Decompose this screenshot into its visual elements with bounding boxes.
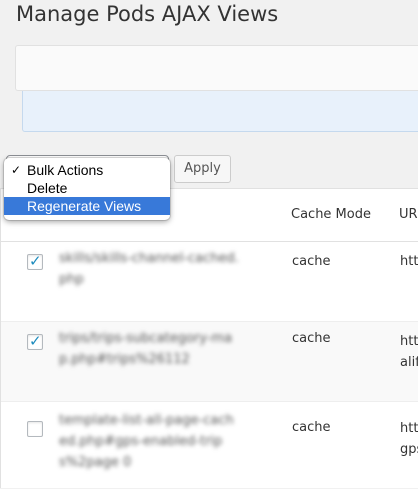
dropdown-option-regenerate-views[interactable]: Regenerate Views (4, 197, 170, 215)
table-row: template-list-all-page-cached.php#gps-en… (1, 402, 418, 489)
url-cell: http alifo (400, 331, 418, 373)
row-checkbox[interactable] (27, 421, 43, 437)
table-row: ✓ skills/skills-channel-cached.php cache… (1, 242, 418, 322)
column-header-url[interactable]: UR (399, 207, 418, 222)
notice-box (22, 91, 418, 132)
cache-mode-cell: cache (292, 331, 331, 346)
dropdown-option-delete[interactable]: Delete (4, 179, 170, 197)
view-name[interactable]: template-list-all-page-cached.php#gps-en… (59, 410, 239, 473)
row-checkbox[interactable]: ✓ (27, 252, 43, 270)
cache-mode-cell: cache (292, 254, 331, 269)
column-header-cache-mode[interactable]: Cache Mode (291, 207, 371, 222)
views-table: Cache Mode UR ✓ skills/skills-channel-ca… (0, 188, 418, 488)
url-line: gps (400, 442, 418, 457)
option-label: Delete (27, 180, 68, 196)
url-line: http (400, 254, 418, 269)
row-checkbox[interactable]: ✓ (27, 332, 43, 350)
checkmark-icon: ✓ (29, 252, 42, 270)
cache-mode-cell: cache (292, 420, 331, 435)
bulk-actions-dropdown: ✓ Bulk Actions Delete Regenerate Views (4, 158, 170, 220)
url-line: alifo (400, 355, 418, 370)
table-row: ✓ trips/trips-subcategory-map.php#trips%… (1, 322, 418, 402)
view-name[interactable]: skills/skills-channel-cached.php (59, 248, 239, 290)
apply-button[interactable]: Apply (174, 155, 231, 183)
url-cell: http (400, 251, 418, 272)
checkmark-icon: ✓ (29, 332, 42, 350)
url-line: http (400, 334, 418, 349)
url-line: http (400, 421, 418, 436)
option-label: Regenerate Views (27, 198, 142, 214)
option-label: Bulk Actions (27, 162, 104, 178)
selected-check-icon: ✓ (11, 163, 22, 177)
view-name[interactable]: trips/trips-subcategory-map.php#trips%26… (59, 328, 239, 370)
page-title: Manage Pods AJAX Views (16, 2, 279, 26)
url-cell: http gps (400, 418, 418, 460)
filter-bar (15, 45, 418, 91)
dropdown-option-bulk-actions[interactable]: ✓ Bulk Actions (4, 161, 170, 179)
